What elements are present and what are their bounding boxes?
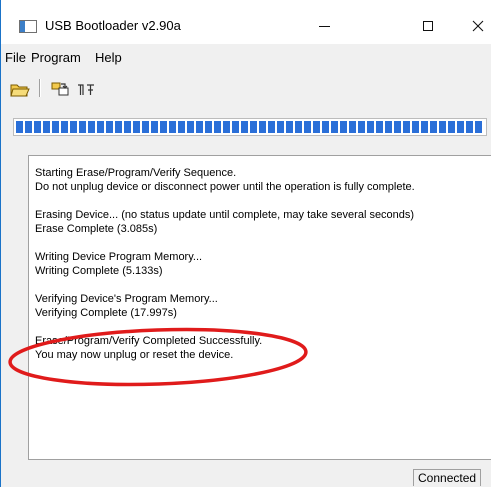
- program-button[interactable]: [49, 78, 71, 100]
- progress-bar: [13, 118, 487, 136]
- log-line: Erasing Device... (no status update unti…: [35, 209, 415, 221]
- toolbar-separator: [39, 79, 41, 97]
- status-bar: Connected: [1, 462, 491, 487]
- toolbar: [1, 73, 491, 103]
- bootloader-window: USB Bootloader v2.90a File Program Help: [0, 0, 491, 487]
- menu-file[interactable]: File: [5, 50, 26, 65]
- open-folder-icon: [10, 84, 30, 97]
- title-bar[interactable]: USB Bootloader v2.90a: [1, 0, 491, 44]
- log-line: Writing Complete (5.133s): [35, 265, 163, 277]
- reset-device-icon: [78, 84, 94, 95]
- log-line: Erase/Program/Verify Completed Successfu…: [35, 335, 263, 347]
- menu-bar: File Program Help: [1, 48, 491, 68]
- connection-status: Connected: [413, 469, 482, 486]
- close-icon: [472, 20, 484, 32]
- log-line: You may now unplug or reset the device.: [35, 349, 234, 361]
- menu-help[interactable]: Help: [95, 50, 122, 65]
- reset-button[interactable]: [75, 78, 97, 100]
- log-line: Verifying Complete (17.997s): [35, 307, 177, 319]
- log-line: Do not unplug device or disconnect power…: [35, 181, 415, 193]
- minimize-button[interactable]: [301, 8, 347, 44]
- program-device-icon: [51, 82, 69, 96]
- log-line: Starting Erase/Program/Verify Sequence.: [35, 167, 237, 179]
- minimize-icon: [318, 25, 330, 27]
- close-button[interactable]: [455, 8, 491, 44]
- status-log[interactable]: Starting Erase/Program/Verify Sequence. …: [28, 155, 491, 460]
- log-line: Verifying Device's Program Memory...: [35, 293, 218, 305]
- log-line: Writing Device Program Memory...: [35, 251, 203, 263]
- menu-program[interactable]: Program: [31, 50, 81, 65]
- open-hex-button[interactable]: [9, 78, 31, 100]
- window-title: USB Bootloader v2.90a: [45, 18, 181, 33]
- app-icon: [19, 20, 37, 33]
- log-line: Erase Complete (3.085s): [35, 223, 158, 235]
- progress-fill: [16, 121, 484, 133]
- maximize-icon: [423, 21, 433, 31]
- maximize-button[interactable]: [405, 8, 451, 44]
